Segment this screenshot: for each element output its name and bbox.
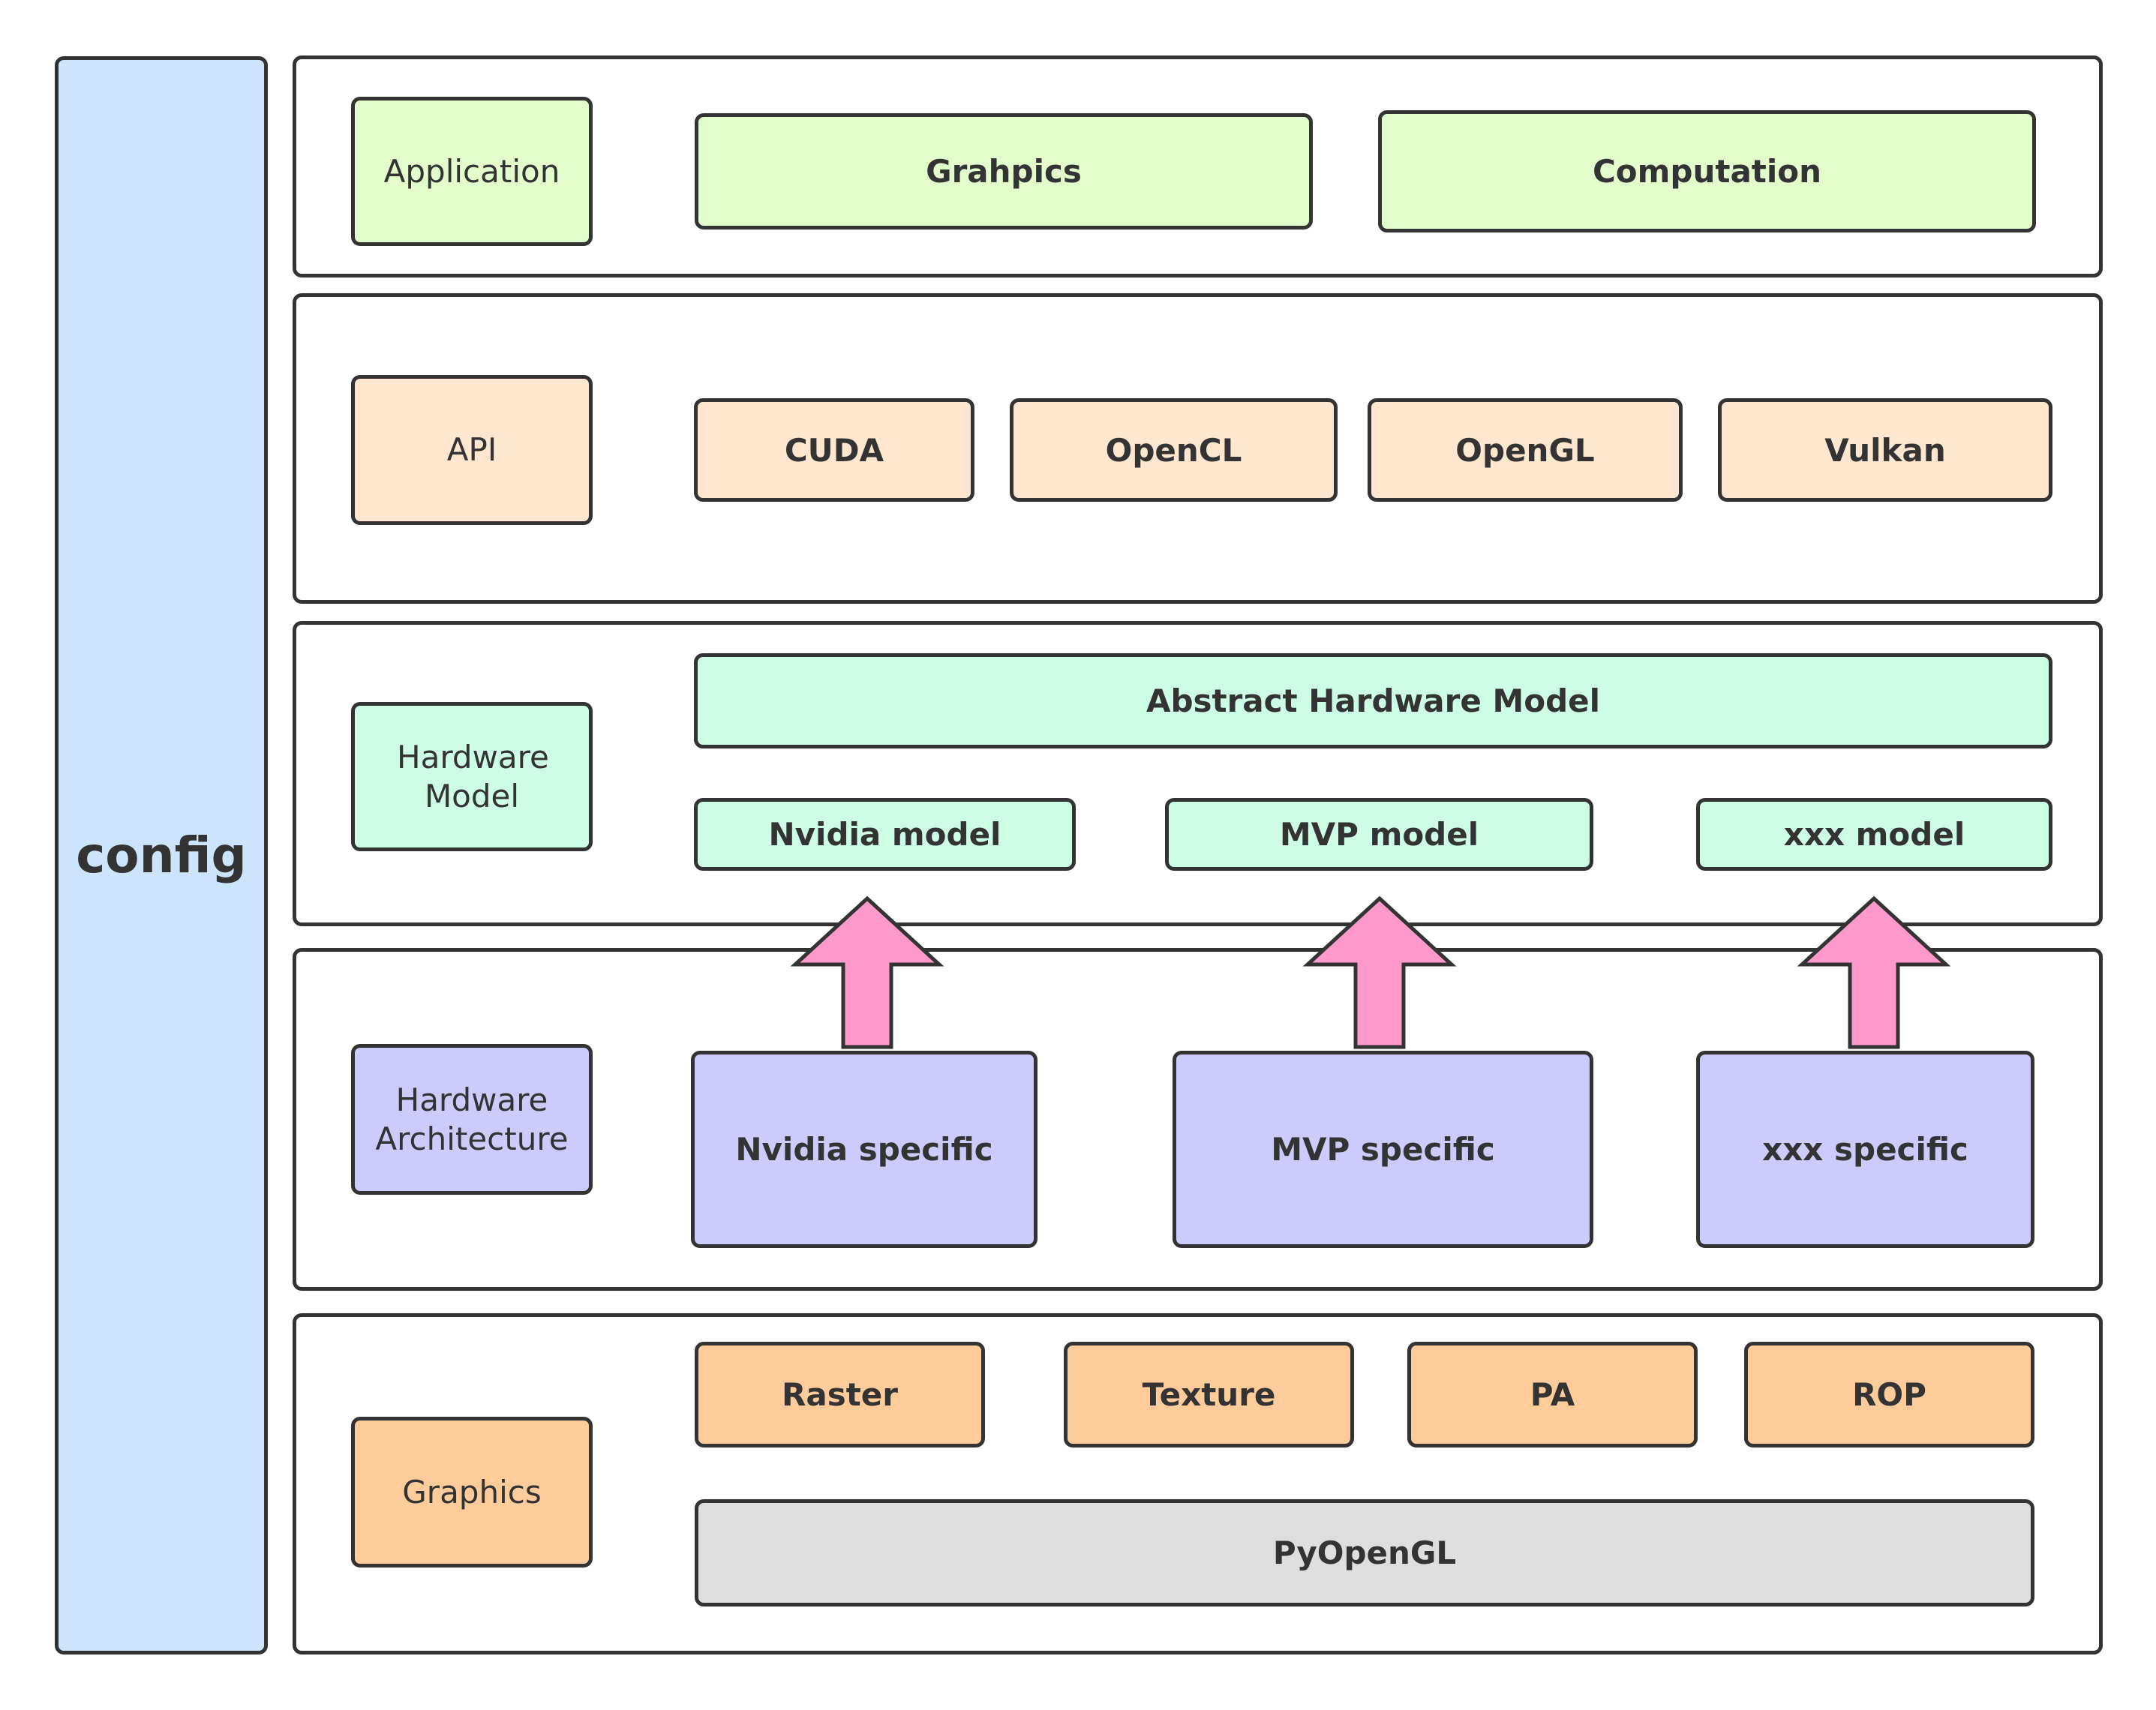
mvp-model-block: MVP model	[1165, 798, 1593, 871]
graphics-layer-label: Graphics	[351, 1417, 593, 1568]
abstract-hardware-model-block: Abstract Hardware Model	[694, 653, 2052, 748]
xxx-model-block: xxx model	[1696, 798, 2052, 871]
xxx-specific-block: xxx specific	[1696, 1051, 2034, 1248]
nvidia-model-block: Nvidia model	[694, 798, 1076, 871]
cuda-block: CUDA	[694, 398, 974, 502]
opengl-block: OpenGL	[1368, 398, 1683, 502]
vulkan-block: Vulkan	[1718, 398, 2052, 502]
rop-block: ROP	[1744, 1342, 2034, 1448]
application-layer-label: Application	[351, 97, 593, 246]
config-block: config	[55, 56, 268, 1654]
raster-block: Raster	[695, 1342, 985, 1448]
config-label: config	[76, 826, 247, 884]
api-layer-label: API	[351, 375, 593, 525]
computation-block: Computation	[1378, 110, 2036, 232]
hardware-model-layer-label: Hardware Model	[351, 702, 593, 851]
graphics-app-block: Grahpics	[695, 113, 1313, 230]
mvp-specific-block: MVP specific	[1173, 1051, 1593, 1248]
hardware-architecture-layer-label: Hardware Architecture	[351, 1044, 593, 1195]
pyopengl-block: PyOpenGL	[695, 1499, 2034, 1606]
pa-block: PA	[1407, 1342, 1698, 1448]
nvidia-specific-block: Nvidia specific	[691, 1051, 1037, 1248]
opencl-block: OpenCL	[1010, 398, 1338, 502]
texture-block: Texture	[1064, 1342, 1354, 1448]
